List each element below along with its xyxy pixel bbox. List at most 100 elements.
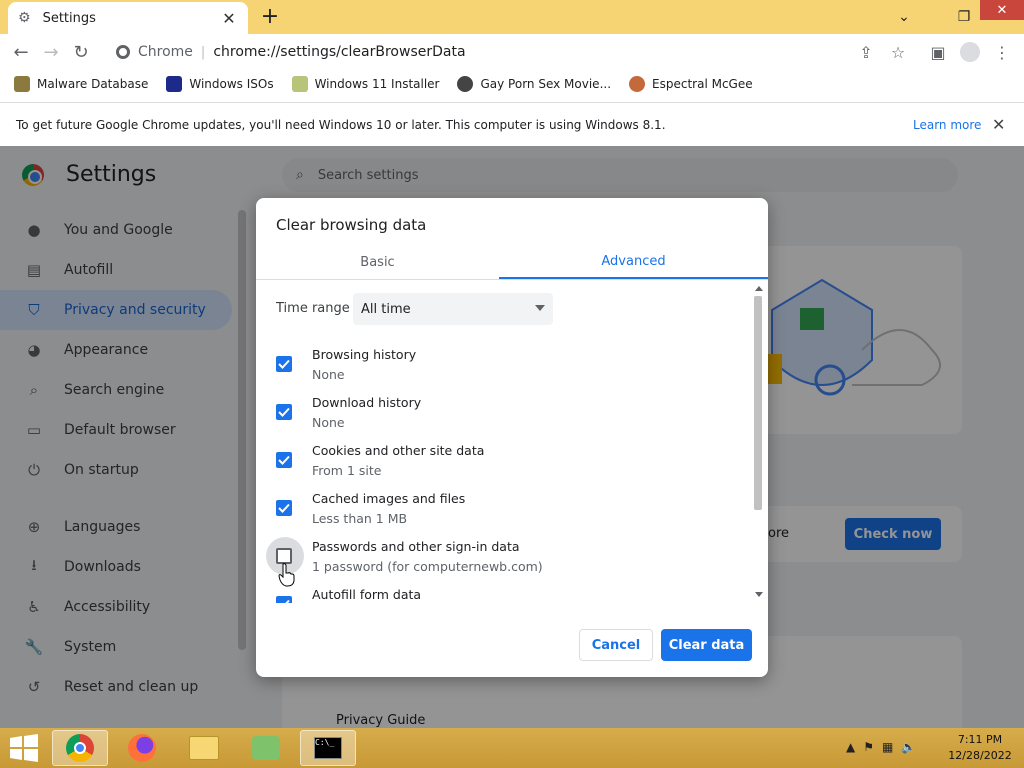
forward-icon[interactable]: → (36, 37, 66, 67)
option-browsing-history: Browsing history None (274, 347, 744, 391)
option-subtitle: 1 password (for computernewb.com) (312, 559, 543, 574)
bookmark-favicon-icon (14, 76, 30, 92)
folder-icon (189, 736, 219, 760)
gear-icon: ⚙ (18, 10, 31, 26)
tab-basic[interactable]: Basic (256, 246, 499, 279)
option-title: Autofill form data (312, 587, 422, 602)
share-icon[interactable]: ⇪ (850, 34, 882, 70)
clear-browsing-data-dialog: Clear browsing data Basic Advanced Time … (256, 198, 768, 677)
menu-kebab-icon[interactable]: ⋮ (986, 34, 1018, 70)
infobar-message: To get future Google Chrome updates, you… (16, 117, 666, 132)
time-range-label: Time range (276, 301, 350, 316)
chrome-icon (66, 734, 94, 762)
url-text: chrome://settings/clearBrowserData (213, 44, 466, 60)
hand-cursor-icon (278, 563, 295, 587)
cancel-button[interactable]: Cancel (579, 629, 653, 661)
time-range-select[interactable]: All time (353, 293, 553, 325)
option-cached-images: Cached images and files Less than 1 MB (274, 491, 744, 535)
tab-advanced[interactable]: Advanced (499, 246, 768, 279)
bookmark-favicon-icon (457, 76, 474, 92)
bookmark-star-icon[interactable]: ☆ (882, 34, 914, 70)
close-window-icon[interactable]: ✕ (980, 0, 1024, 20)
tab-title: Settings (42, 10, 96, 26)
network-icon (252, 736, 280, 760)
bookmark-item[interactable]: Espectral McGee (629, 76, 753, 92)
scrollbar-thumb[interactable] (754, 296, 762, 510)
bookmark-item[interactable]: Gay Porn Sex Movie... (457, 76, 611, 92)
scroll-up-icon[interactable] (755, 286, 763, 291)
clear-data-button[interactable]: Clear data (661, 629, 752, 661)
scroll-down-icon[interactable] (755, 592, 763, 597)
bookmark-favicon-icon (291, 76, 308, 92)
site-label: Chrome (138, 44, 193, 60)
learn-more-link[interactable]: Learn more (913, 118, 981, 132)
checkbox-cookies[interactable] (276, 452, 292, 468)
option-download-history: Download history None (274, 395, 744, 439)
taskbar-network-app[interactable] (238, 730, 294, 766)
restore-window-icon[interactable]: ❐ (948, 0, 980, 34)
infobar-close-icon[interactable]: ✕ (992, 115, 1005, 134)
taskbar-chrome[interactable] (52, 730, 108, 766)
side-panel-icon[interactable]: ▣ (922, 34, 954, 70)
bookmark-label: Windows ISOs (189, 77, 274, 91)
bookmark-label: Gay Porn Sex Movie... (480, 77, 612, 91)
bookmark-item[interactable]: Windows ISOs (166, 76, 274, 92)
close-tab-icon[interactable]: ✕ (220, 9, 238, 28)
dialog-scrollbar[interactable] (753, 286, 765, 602)
dialog-title: Clear browsing data (276, 216, 427, 234)
volume-icon[interactable]: 🔈 (901, 740, 916, 754)
chevron-down-icon (535, 305, 545, 311)
reload-icon[interactable]: ↻ (66, 37, 96, 67)
bookmark-favicon-icon (629, 76, 646, 92)
option-subtitle: None (312, 415, 345, 430)
windows-taskbar: C:\_ ▲ ⚑ ▦ 🔈 7:11 PM 12/28/2022 (0, 728, 1024, 768)
taskbar-file-explorer[interactable] (176, 730, 232, 766)
tray-expand-icon[interactable]: ▲ (846, 740, 855, 754)
dialog-body: Time range All time Browsing history Non… (256, 281, 768, 603)
network-tray-icon[interactable]: ▦ (882, 740, 893, 754)
taskbar-clock[interactable]: 7:11 PM 12/28/2022 (940, 732, 1020, 764)
option-title: Passwords and other sign-in data (312, 539, 520, 554)
title-bar: ⚙ Settings ✕ + ⌄ ❐ ✕ (0, 0, 1024, 34)
option-title: Cached images and files (312, 491, 466, 506)
update-infobar: To get future Google Chrome updates, you… (0, 102, 1024, 146)
checkbox-download-history[interactable] (276, 404, 292, 420)
option-autofill: Autofill form data (274, 587, 744, 603)
clock-time: 7:11 PM (957, 733, 1003, 746)
option-subtitle: Less than 1 MB (312, 511, 408, 526)
bookmarks-bar: Malware Database Windows ISOs Windows 11… (0, 70, 1024, 98)
checkbox-autofill[interactable] (276, 596, 292, 603)
option-passwords: Passwords and other sign-in data 1 passw… (266, 537, 744, 583)
checkbox-passwords[interactable] (276, 548, 292, 564)
windows-start-icon[interactable] (8, 734, 40, 762)
firefox-icon (128, 734, 156, 762)
option-title: Browsing history (312, 347, 417, 362)
option-cookies: Cookies and other site data From 1 site (274, 443, 744, 487)
address-bar[interactable]: Chrome | chrome://settings/clearBrowserD… (110, 37, 920, 67)
bookmark-label: Windows 11 Installer (314, 77, 440, 91)
omnibox-separator: | (200, 44, 206, 60)
checkbox-cached-images[interactable] (276, 500, 292, 516)
system-tray: ▲ ⚑ ▦ 🔈 (846, 740, 916, 754)
terminal-icon: C:\_ (314, 737, 342, 759)
option-subtitle: From 1 site (312, 463, 382, 478)
new-tab-icon[interactable]: + (258, 4, 282, 29)
profile-avatar-icon[interactable] (954, 34, 986, 70)
back-icon[interactable]: ← (6, 37, 36, 67)
tab-settings[interactable]: ⚙ Settings ✕ (8, 2, 248, 34)
option-subtitle: None (312, 367, 345, 382)
bookmark-label: Espectral McGee (652, 77, 753, 91)
tab-search-chevron-icon[interactable]: ⌄ (888, 0, 920, 34)
bookmark-favicon-icon (166, 76, 183, 92)
bookmark-item[interactable]: Malware Database (14, 76, 148, 92)
clock-date: 12/28/2022 (948, 749, 1012, 762)
taskbar-command-prompt[interactable]: C:\_ (300, 730, 356, 766)
chrome-site-icon (116, 45, 130, 59)
option-title: Cookies and other site data (312, 443, 485, 458)
checkbox-browsing-history[interactable] (276, 356, 292, 372)
taskbar-firefox[interactable] (114, 730, 170, 766)
bookmark-label: Malware Database (37, 77, 149, 91)
flag-icon[interactable]: ⚑ (863, 740, 874, 754)
bookmark-item[interactable]: Windows 11 Installer (291, 76, 440, 92)
dialog-tabs: Basic Advanced (256, 246, 768, 280)
